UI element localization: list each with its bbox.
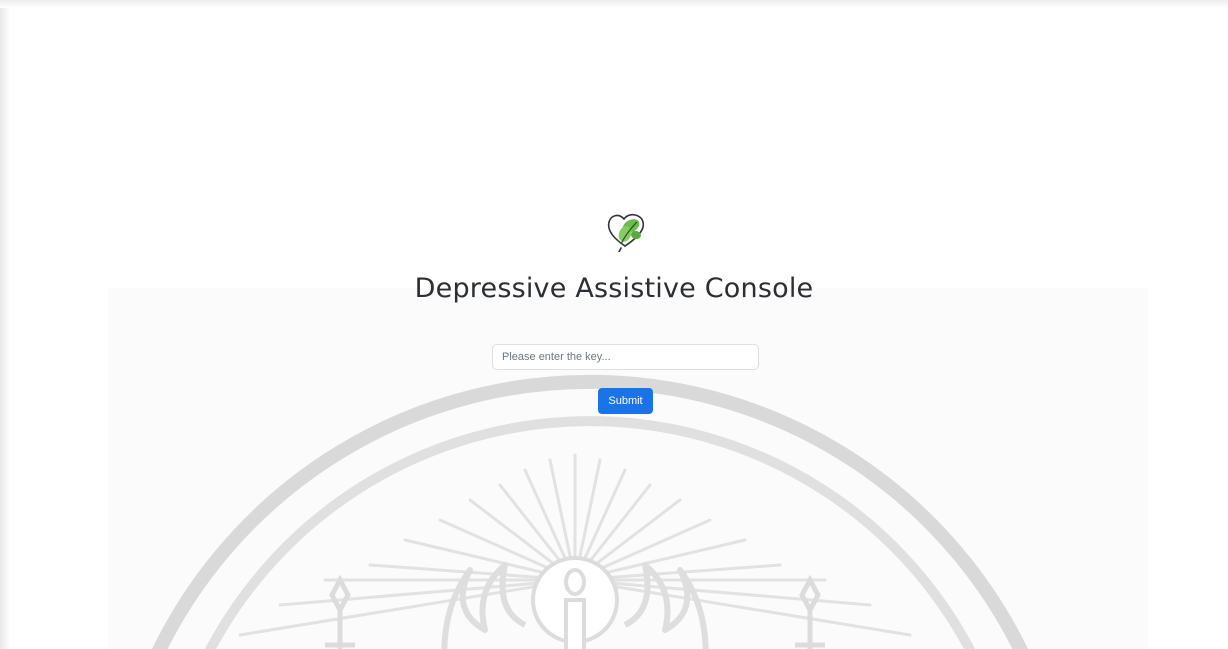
page-frame: Depressive Assistive Console Submit [0,0,1228,649]
page-title: Depressive Assistive Console [414,273,814,304]
frame-edge-left [0,0,10,649]
key-input[interactable] [492,344,759,370]
submit-button[interactable]: Submit [598,388,653,414]
leaf-heart-icon [607,213,645,252]
frame-edge-top [0,0,1228,8]
